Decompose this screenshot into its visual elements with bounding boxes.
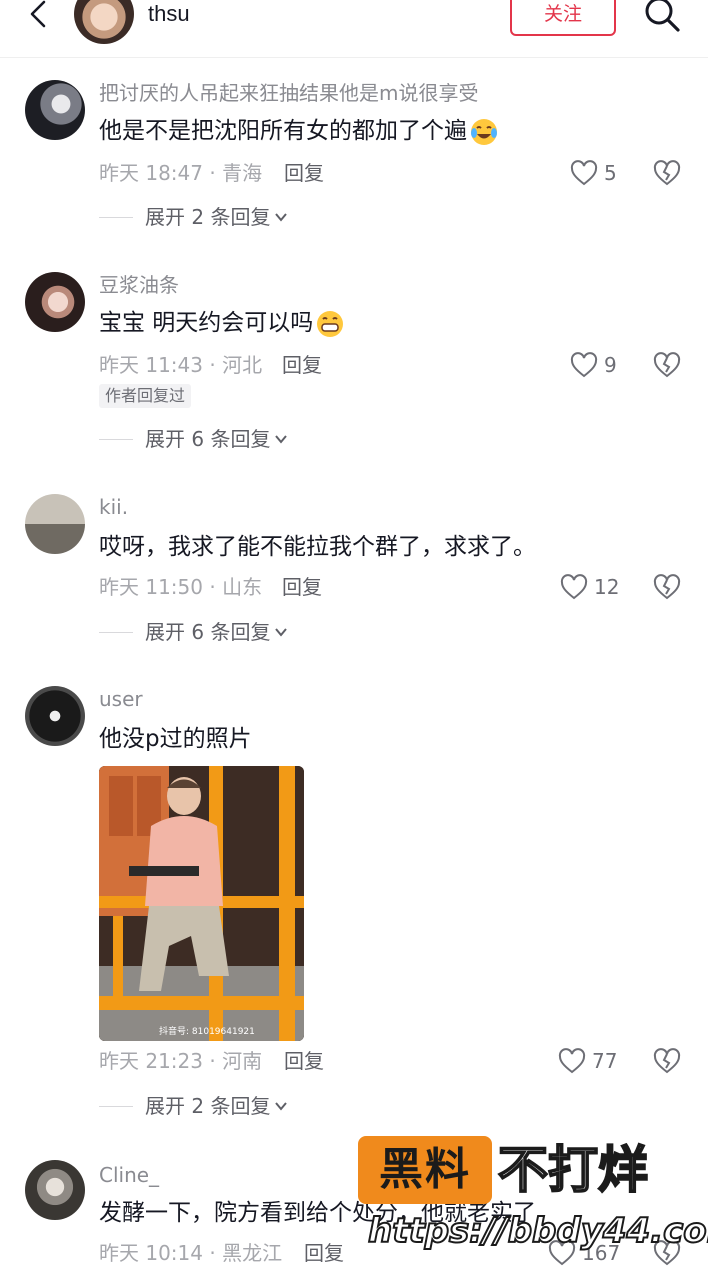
back-arrow-icon[interactable] — [22, 0, 54, 32]
gym-photo-image: 抖音号: 81019641921 — [99, 766, 304, 1041]
expand-replies-button[interactable]: 展开 2 条回复 — [99, 204, 288, 230]
divider-line — [99, 631, 133, 633]
watermark-url: https://bbdy44.com — [367, 1210, 708, 1252]
like-count: 5 — [604, 161, 617, 185]
heart-icon — [570, 160, 598, 186]
divider-line — [99, 438, 133, 440]
divider-line — [99, 1105, 133, 1107]
commenter-username[interactable]: kii. — [99, 494, 128, 520]
profile-avatar[interactable] — [74, 0, 134, 44]
commenter-avatar[interactable] — [25, 80, 85, 140]
chevron-down-icon — [275, 213, 288, 222]
commenter-username[interactable]: 把讨厌的人吊起来狂抽结果他是m说很享受 — [99, 80, 478, 106]
chevron-down-icon — [275, 435, 288, 444]
like-button[interactable]: 9 — [570, 350, 617, 380]
search-icon[interactable] — [642, 0, 682, 34]
laugh-cry-emoji-icon — [471, 118, 497, 145]
comment-meta: 昨天 11:50 · 山东 — [99, 575, 263, 599]
watermark-side-text: 不打烊 — [497, 1140, 649, 1200]
comment-meta: 昨天 21:23 · 河南 — [99, 1049, 263, 1073]
dislike-icon[interactable] — [652, 350, 682, 380]
expand-replies-label: 展开 6 条回复 — [145, 620, 271, 644]
expand-replies-label: 展开 2 条回复 — [145, 205, 271, 229]
commenter-avatar[interactable] — [25, 272, 85, 332]
commenter-avatar[interactable] — [25, 494, 85, 554]
comment-text-content: 他是不是把沈阳所有女的都加了个遍 — [99, 118, 467, 144]
commenter-username[interactable]: Cline_ — [99, 1162, 159, 1188]
commenter-avatar[interactable] — [25, 1160, 85, 1220]
comment-meta: 昨天 18:47 · 青海 — [99, 161, 263, 185]
reply-button[interactable]: 回复 — [284, 160, 324, 186]
expand-replies-button[interactable]: 展开 6 条回复 — [99, 619, 288, 645]
comment-text-content: 宝宝 明天约会可以吗 — [99, 310, 314, 336]
comment-text: 他是不是把沈阳所有女的都加了个遍 — [99, 116, 499, 147]
author-replied-badge: 作者回复过 — [99, 384, 192, 408]
divider-line — [99, 216, 133, 218]
profile-username[interactable]: thsu — [148, 0, 190, 28]
chevron-down-icon — [275, 628, 288, 637]
commenter-username[interactable]: user — [99, 686, 143, 712]
comment-text: 哎呀，我求了能不能拉我个群了，求求了。 — [99, 534, 536, 560]
expand-replies-label: 展开 2 条回复 — [145, 1094, 271, 1118]
like-count: 77 — [592, 1049, 618, 1073]
like-count: 9 — [604, 353, 617, 377]
like-button[interactable]: 12 — [560, 572, 619, 602]
commenter-username[interactable]: 豆浆油条 — [99, 272, 179, 298]
photo-caption: 抖音号: 81019641921 — [159, 1025, 255, 1037]
watermark-logo-box: 黑料 — [358, 1136, 492, 1204]
grin-emoji-icon — [317, 310, 344, 337]
heart-icon — [560, 574, 588, 600]
comment-meta: 昨天 11:43 · 河北 — [99, 353, 263, 377]
reply-button[interactable]: 回复 — [282, 352, 322, 378]
follow-button[interactable]: 关注 — [510, 0, 616, 36]
expand-replies-button[interactable]: 展开 2 条回复 — [99, 1093, 288, 1119]
dislike-icon[interactable] — [652, 1046, 682, 1076]
like-button[interactable]: 5 — [570, 158, 617, 188]
dislike-icon[interactable] — [652, 158, 682, 188]
expand-replies-label: 展开 6 条回复 — [145, 427, 271, 451]
comment-photo[interactable]: 抖音号: 81019641921 — [99, 766, 304, 1041]
reply-button[interactable]: 回复 — [282, 574, 322, 600]
reply-button[interactable]: 回复 — [284, 1048, 324, 1074]
commenter-avatar[interactable] — [25, 686, 85, 746]
dislike-icon[interactable] — [652, 572, 682, 602]
heart-icon — [570, 352, 598, 378]
like-button[interactable]: 77 — [558, 1046, 617, 1076]
comment-meta: 昨天 10:14 · 黑龙江 — [99, 1241, 283, 1265]
comment-text: 他没p过的照片 — [99, 726, 252, 752]
chevron-down-icon — [275, 1102, 288, 1111]
heart-icon — [558, 1048, 586, 1074]
comment-text: 宝宝 明天约会可以吗 — [99, 308, 345, 339]
top-bar: thsu 关注 — [0, 0, 708, 58]
reply-button[interactable]: 回复 — [304, 1240, 344, 1266]
expand-replies-button[interactable]: 展开 6 条回复 — [99, 426, 288, 452]
like-count: 12 — [594, 575, 620, 599]
